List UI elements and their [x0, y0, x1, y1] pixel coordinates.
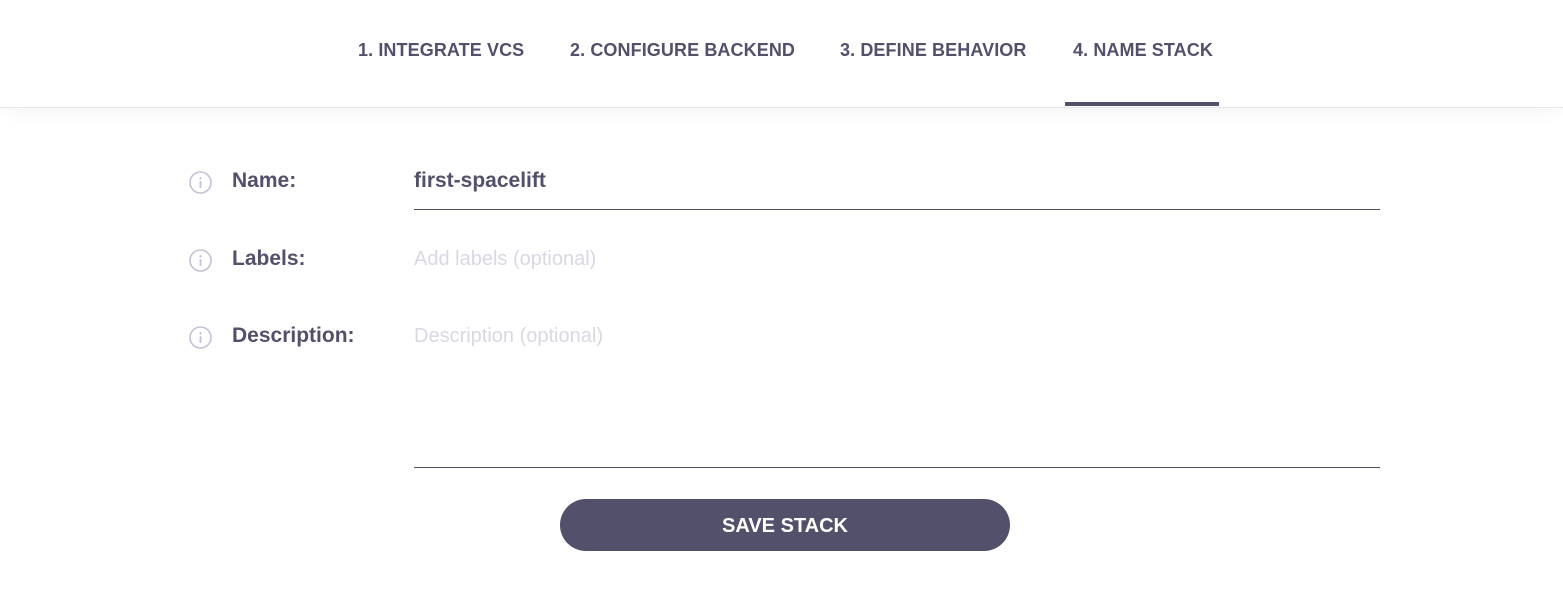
labels-input[interactable]: Add labels (optional) — [414, 248, 596, 271]
name-input[interactable]: first-spacelift — [414, 169, 546, 193]
name-label: Name: — [232, 169, 297, 192]
save-stack-button[interactable]: SAVE STACK — [560, 499, 1010, 551]
tab-define-behavior[interactable]: 3. DEFINE BEHAVIOR — [840, 40, 1027, 61]
labels-label: Labels: — [232, 247, 306, 270]
active-tab-indicator — [1065, 102, 1219, 106]
info-circle-icon[interactable] — [189, 249, 212, 272]
tab-integrate-vcs[interactable]: 1. INTEGRATE VCS — [358, 40, 524, 61]
tab-configure-backend[interactable]: 2. CONFIGURE BACKEND — [570, 40, 795, 61]
description-textarea[interactable]: Description (optional) — [414, 325, 603, 348]
description-label: Description: — [232, 324, 355, 347]
description-textarea-underline — [414, 467, 1380, 468]
name-input-underline — [414, 209, 1380, 210]
info-circle-icon[interactable] — [189, 326, 212, 349]
info-circle-icon[interactable] — [189, 171, 212, 194]
step-navigation: 1. INTEGRATE VCS 2. CONFIGURE BACKEND 3.… — [0, 0, 1563, 108]
tab-name-stack[interactable]: 4. NAME STACK — [1073, 40, 1213, 61]
